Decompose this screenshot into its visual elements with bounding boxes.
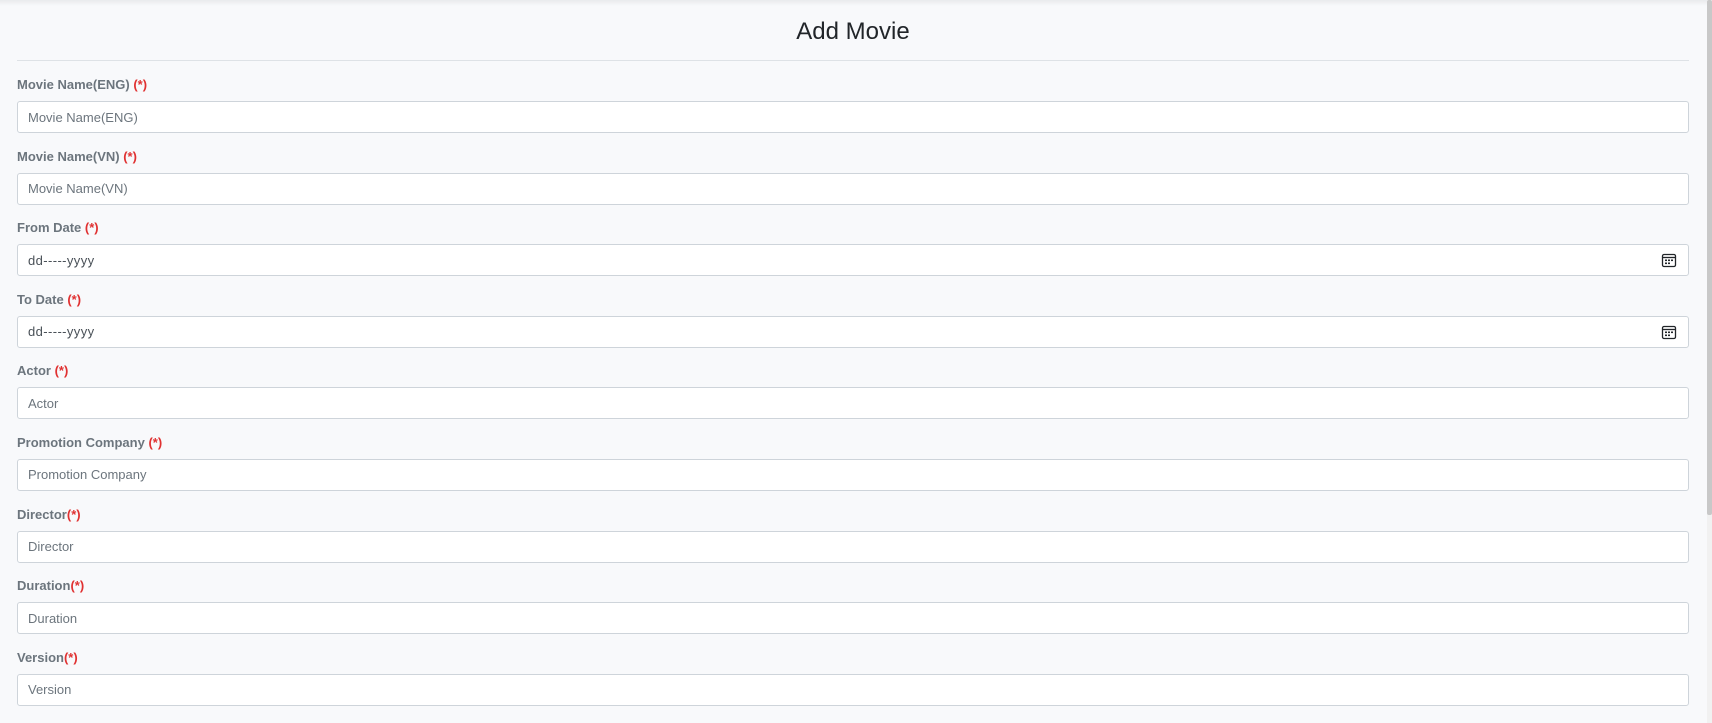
field-from-date: From Date (*) dd-----yyyy [17, 204, 1689, 277]
field-director: Director(*) [17, 491, 1689, 563]
to-date-input[interactable]: dd-----yyyy [17, 315, 1689, 348]
calendar-icon[interactable] [1661, 324, 1677, 340]
required-mark: (*) [81, 220, 99, 236]
from-date-input[interactable]: dd-----yyyy [17, 244, 1689, 277]
from-date-label-text: From Date [17, 220, 82, 236]
add-movie-form: Add Movie Movie Name(ENG) (*) Movie Name… [17, 0, 1689, 706]
required-mark: (*) [70, 578, 85, 594]
from-date-label: From Date (*) [17, 204, 1689, 238]
promotion-company-label-text: Promotion Company [17, 434, 145, 450]
required-mark: (*) [129, 77, 148, 92]
required-mark: (*) [63, 649, 78, 665]
to-date-placeholder: dd-----yyyy [28, 324, 95, 340]
required-mark: (*) [50, 363, 69, 379]
to-date-label-text: To Date [17, 291, 64, 307]
version-input[interactable] [17, 673, 1689, 706]
duration-label-text: Duration [17, 578, 71, 594]
movie-name-vn-label: Movie Name(VN) (*) [17, 133, 1689, 167]
field-promotion-company: Promotion Company (*) [17, 419, 1689, 491]
version-label-text: Version [17, 649, 64, 665]
field-actor: Actor (*) [17, 347, 1689, 420]
field-duration: Duration(*) [17, 562, 1689, 635]
required-mark: (*) [63, 291, 82, 307]
duration-label: Duration(*) [17, 562, 1689, 596]
required-mark: (*) [119, 148, 137, 164]
field-version: Version(*) [17, 634, 1689, 706]
promotion-company-label: Promotion Company (*) [17, 419, 1689, 453]
to-date-label: To Date (*) [17, 276, 1689, 310]
movie-name-vn-input[interactable] [17, 172, 1689, 205]
director-label: Director(*) [17, 491, 1689, 525]
director-input[interactable] [17, 530, 1689, 563]
actor-label-text: Actor [17, 363, 51, 379]
actor-input[interactable] [17, 387, 1689, 420]
page-title: Add Movie [17, 0, 1689, 61]
director-label-text: Director [17, 506, 67, 522]
version-label: Version(*) [17, 634, 1689, 668]
scrollbar-thumb[interactable] [1707, 0, 1712, 515]
from-date-placeholder: dd-----yyyy [28, 252, 95, 268]
promotion-company-input[interactable] [17, 458, 1689, 491]
required-mark: (*) [66, 506, 81, 522]
movie-name-eng-label: Movie Name(ENG) (*) [17, 61, 1689, 95]
calendar-icon[interactable] [1661, 252, 1677, 268]
movie-name-eng-label-text: Movie Name(ENG) [17, 77, 130, 92]
field-to-date: To Date (*) dd-----yyyy [17, 276, 1689, 348]
actor-label: Actor (*) [17, 347, 1689, 381]
duration-input[interactable] [17, 602, 1689, 635]
movie-name-eng-input[interactable] [17, 101, 1689, 133]
field-movie-name-vn: Movie Name(VN) (*) [17, 133, 1689, 205]
required-mark: (*) [144, 434, 163, 450]
field-movie-name-eng: Movie Name(ENG) (*) [17, 61, 1689, 133]
movie-name-vn-label-text: Movie Name(VN) [17, 148, 120, 164]
